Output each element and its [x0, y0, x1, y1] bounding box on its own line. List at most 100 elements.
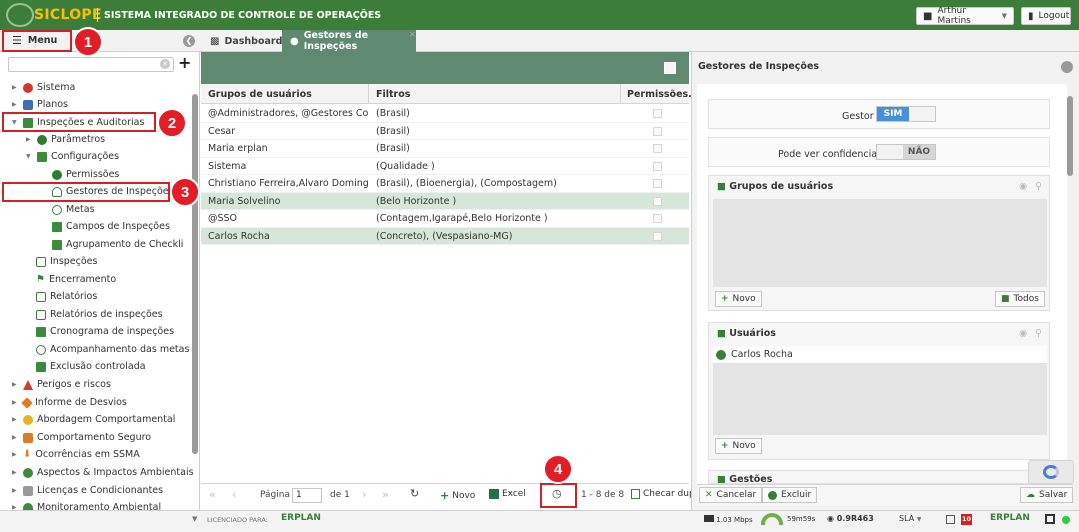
- sidebar-item-planos[interactable]: ▶ Planos: [12, 96, 68, 113]
- sidebar-item-parametros[interactable]: ▶ Parâmetros: [26, 131, 105, 148]
- first-page-icon[interactable]: «: [209, 488, 216, 501]
- drop-icon[interactable]: ◉: [1019, 328, 1027, 339]
- target-icon: [36, 344, 46, 355]
- checkbox[interactable]: [653, 179, 662, 188]
- sidebar-item-configuracoes[interactable]: ▼ Configurações: [26, 148, 119, 165]
- last-page-icon[interactable]: »: [382, 488, 389, 501]
- next-page-icon[interactable]: ›: [362, 488, 366, 501]
- sidebar-item-relatorios[interactable]: Relatórios: [36, 288, 97, 305]
- table-row[interactable]: Maria erplan (Brasil): [201, 140, 689, 158]
- users-icon: ■: [1001, 294, 1010, 304]
- detail-scrollbar[interactable]: [1067, 96, 1073, 176]
- sidebar-item-relatorios-inspecoes[interactable]: Relatórios de inspeções: [36, 306, 163, 323]
- fullscreen-icon[interactable]: [1045, 514, 1055, 524]
- sidebar-item-cronograma-inspecoes[interactable]: Cronograma de inspeções: [36, 323, 174, 340]
- sidebar-item-perigos-riscos[interactable]: ▶ Perigos e riscos: [12, 376, 111, 393]
- erplan-logo: ERPLAN: [990, 513, 1030, 523]
- col-header-grupos[interactable]: Grupos de usuários: [208, 89, 312, 100]
- sidebar-item-permissoes[interactable]: Permissões: [52, 166, 119, 183]
- clear-search-icon[interactable]: ✕: [160, 59, 170, 69]
- highlight-history: [540, 483, 577, 508]
- sidebar-item-abordagem-comportamental[interactable]: ▶ Abordagem Comportamental: [12, 411, 175, 428]
- sidebar-item-inspecoes[interactable]: Inspeções: [36, 253, 97, 270]
- close-tab-icon[interactable]: ✕: [409, 30, 416, 39]
- table-row[interactable]: Cesar (Brasil): [201, 123, 689, 140]
- table-row[interactable]: @Administradores, @Gestores Corp... (Bras…: [201, 105, 689, 123]
- sidebar-item-exclusao-controlada[interactable]: Exclusão controlada: [36, 358, 146, 375]
- usuarios-list: [713, 363, 1047, 435]
- checkbox[interactable]: [653, 231, 662, 241]
- sidebar-item-ocorrencias-ssma[interactable]: ▶ ⬇ Ocorrências em SSMA: [12, 446, 140, 463]
- table-row[interactable]: @SSO (Contagem,Igarapé,Belo Horizonte ): [201, 210, 689, 228]
- collapse-left-icon[interactable]: ❮: [183, 35, 195, 47]
- table-row[interactable]: Sistema (Qualidade ): [201, 158, 689, 175]
- checkbox[interactable]: [653, 196, 662, 206]
- refresh-icon[interactable]: ↻: [410, 487, 419, 500]
- drop-icon[interactable]: ◉: [1019, 181, 1027, 192]
- sla-menu[interactable]: SLA ▼: [899, 514, 921, 523]
- collapse-right-icon[interactable]: [1061, 61, 1073, 73]
- checkbox[interactable]: [653, 161, 662, 171]
- salvar-button[interactable]: ☁ Salvar: [1020, 487, 1074, 503]
- sidebar-item-label: Planos: [37, 99, 68, 110]
- sidebar-item-label: Licenças e Condicionantes: [37, 485, 164, 496]
- prev-page-icon[interactable]: ‹: [232, 488, 236, 501]
- checar-duplicados-button[interactable]: Checar dup: [631, 489, 695, 499]
- sidebar-item-sistema[interactable]: ▶ Sistema: [12, 79, 75, 96]
- checkbox[interactable]: [653, 126, 662, 136]
- sidebar-item-aspectos-impactos[interactable]: ▶ Aspectos & Impactos Ambientais: [12, 464, 194, 481]
- grupos-todos-button[interactable]: ■ Todos: [995, 291, 1045, 307]
- col-header-permissoes[interactable]: Permissões...: [627, 89, 699, 100]
- user-menu-button[interactable]: ■ Arthur Martins ▼: [916, 6, 1014, 26]
- table-row[interactable]: Carlos Rocha (Concreto), (Vespasiano-MG): [201, 227, 689, 245]
- col-header-filtros[interactable]: Filtros: [376, 89, 410, 100]
- grupos-title-text: Grupos de usuários: [729, 181, 834, 192]
- usuarios-novo-button[interactable]: + Novo: [715, 438, 762, 454]
- calendar-icon[interactable]: [946, 515, 955, 524]
- sidebar-item-agrupamento-checklist[interactable]: Agrupamento de Checkli: [52, 236, 183, 253]
- logout-button[interactable]: ▮ Logout: [1021, 7, 1071, 25]
- gear-icon: [52, 169, 62, 180]
- sidebar-item-acompanhamento-metas[interactable]: Acompanhamento das metas: [36, 341, 189, 358]
- novo-button[interactable]: + Novo: [440, 489, 475, 502]
- cancelar-button[interactable]: ✕ Cancelar: [699, 487, 763, 503]
- checkbox[interactable]: [653, 144, 662, 153]
- sidebar-item-encerramento[interactable]: ⚑ Encerramento: [36, 271, 116, 288]
- notification-count[interactable]: 10: [961, 514, 972, 525]
- excel-button[interactable]: Excel: [489, 489, 526, 499]
- tab-dashboard[interactable]: ▩ Dashboard: [202, 30, 292, 52]
- checkbox[interactable]: [653, 109, 662, 118]
- menu-search-input[interactable]: [8, 57, 174, 72]
- remove-icon[interactable]: [716, 349, 726, 360]
- chevron-down-icon[interactable]: ▼: [192, 515, 197, 523]
- trash-icon: [36, 361, 46, 372]
- table-row[interactable]: Christiano Ferreira,Alvaro Domingu... (Br…: [201, 175, 689, 193]
- table-row[interactable]: Maria Solvelino (Belo Horizonte ): [201, 192, 689, 210]
- sidebar-item-label: Relatórios de inspeções: [50, 309, 163, 320]
- excluir-button[interactable]: Excluir: [762, 487, 818, 503]
- sidebar-item-informe-desvios[interactable]: ▶ Informe de Desvios: [12, 394, 127, 411]
- list-item[interactable]: Carlos Rocha: [713, 346, 1047, 363]
- confidenciais-label: Pode ver confidenciais: [778, 149, 885, 160]
- confidenciais-toggle[interactable]: NÃO: [876, 144, 936, 160]
- usuarios-section-title: ■ Usuários: [717, 328, 776, 339]
- sidebar-item-comportamento-seguro[interactable]: ▶ Comportamento Seguro: [12, 429, 151, 446]
- pin-icon[interactable]: ⚲: [1035, 328, 1042, 339]
- session-time: 59m59s: [787, 515, 816, 523]
- sidebar-scrollbar[interactable]: [192, 94, 198, 454]
- folder-icon: [37, 151, 47, 162]
- add-icon[interactable]: +: [178, 55, 191, 71]
- checkbox[interactable]: [653, 214, 662, 223]
- grupos-novo-button[interactable]: + Novo: [715, 291, 762, 307]
- tab-gestores-inspecoes[interactable]: ● Gestores de Inspeções: [282, 30, 416, 52]
- page-number-input[interactable]: 1: [292, 488, 322, 503]
- logout-label: Logout: [1038, 11, 1070, 21]
- columns-menu-icon[interactable]: [664, 62, 676, 74]
- user-icon: ■: [923, 10, 933, 22]
- sidebar-item-metas[interactable]: Metas: [52, 201, 95, 218]
- pin-icon[interactable]: ⚲: [1035, 181, 1042, 192]
- report-icon: [36, 309, 46, 320]
- sidebar-item-licencas-condicionantes[interactable]: ▶ Licenças e Condicionantes: [12, 482, 163, 499]
- gestor-toggle[interactable]: SIM: [876, 106, 936, 122]
- sidebar-item-campos-inspecoes[interactable]: Campos de Inspeções: [52, 218, 170, 235]
